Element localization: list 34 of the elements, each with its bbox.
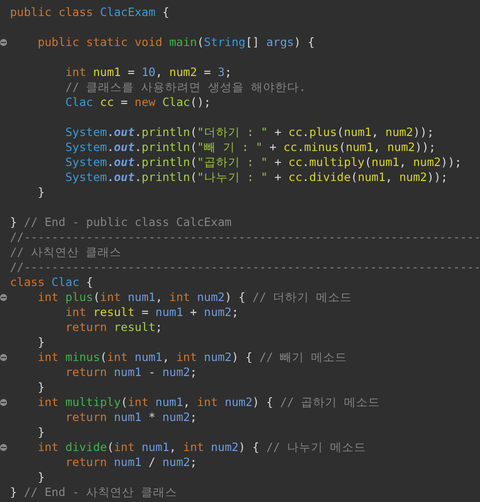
code-line: // 클래스를 사용하려면 생성을 해야한다. [64, 80, 306, 95]
code-line: //------------------------------------------------------------------ [10, 230, 480, 245]
code-line: return num1 * num2; [64, 410, 197, 425]
code-line: int divide(int num1, int num2) { // 나누기 메소드 [36, 440, 366, 455]
code-line: int multiply(int num1, int num2) { // 곱하기 메소드 [36, 395, 380, 410]
code-line: } [36, 335, 45, 350]
code-line: public class ClacExam { [10, 5, 170, 20]
code-line: System.out.println("나누기 : " + cc.divide(num1, num2)); [64, 170, 448, 185]
code-line: return num1 / num2; [64, 455, 197, 470]
code-line: return num1 - num2; [64, 365, 197, 380]
code-line: //------------------------------------------------------------------ [10, 260, 480, 275]
code-line: } [36, 425, 45, 440]
code-line: // 사칙연산 클래스 [10, 245, 122, 260]
code-line: return result; [64, 320, 162, 335]
code-line: class Clac { [10, 275, 94, 290]
fold-icon[interactable] [0, 294, 7, 301]
code-line: System.out.println("곱하기 : " + cc.multiply(num1, num2)); [64, 155, 462, 170]
code-line: int num1 = 10, num2 = 3; [64, 65, 232, 80]
fold-icon[interactable] [0, 354, 7, 361]
code-line: int minus(int num1, int num2) { // 빼기 메소드 [36, 350, 348, 365]
code-line: } [36, 380, 45, 395]
fold-icon[interactable] [0, 399, 7, 406]
code-line: } [36, 470, 45, 485]
fold-icon[interactable] [0, 39, 7, 46]
code-line: } [36, 185, 45, 200]
code-line: int plus(int num1, int num2) { // 더하기 메소드 [36, 290, 352, 305]
code-line: public static void main(String[] args) { [36, 35, 315, 50]
code-line: int result = num1 + num2; [64, 305, 239, 320]
fold-icon[interactable] [0, 444, 7, 451]
code-line: } // End - public class CalcExam [10, 215, 232, 230]
code-line: System.out.println("빼 기 : " + cc.minus(num1, num2)); [64, 140, 436, 155]
code-line: } // End - 사칙연산 클래스 [10, 485, 178, 500]
code-line: Clac cc = new Clac(); [64, 95, 211, 110]
code-line: System.out.println("더하기 : " + cc.plus(num1, num2)); [64, 125, 434, 140]
